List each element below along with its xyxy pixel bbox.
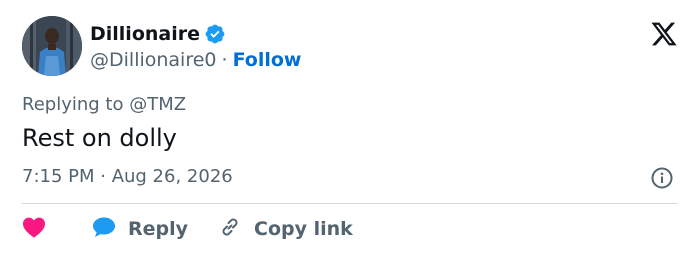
separator-dot: · bbox=[221, 49, 228, 71]
link-icon bbox=[218, 215, 242, 244]
divider bbox=[22, 203, 678, 204]
replying-to: Replying to @TMZ bbox=[22, 94, 186, 115]
tweet-timestamp[interactable]: 7:15 PM · Aug 26, 2026 bbox=[22, 166, 233, 187]
replying-mention[interactable]: @TMZ bbox=[129, 94, 186, 115]
verified-badge-icon bbox=[204, 23, 226, 45]
replying-prefix: Replying to bbox=[22, 94, 124, 115]
tweet-card: Dillionaire @Dillionaire0 · Follow Reply… bbox=[0, 0, 700, 256]
display-name[interactable]: Dillionaire bbox=[90, 23, 200, 45]
speech-bubble-icon bbox=[92, 216, 116, 243]
copy-link-label: Copy link bbox=[254, 218, 353, 240]
avatar-image bbox=[22, 16, 82, 76]
follow-button[interactable]: Follow bbox=[233, 49, 302, 71]
reply-label: Reply bbox=[128, 218, 189, 240]
avatar[interactable] bbox=[22, 16, 82, 76]
tweet-text: Rest on dolly bbox=[22, 124, 177, 152]
info-icon[interactable] bbox=[650, 166, 674, 190]
author-handle-row: @Dillionaire0 · Follow bbox=[90, 48, 301, 72]
author-handle[interactable]: @Dillionaire0 bbox=[90, 49, 217, 71]
author-name-row: Dillionaire bbox=[90, 22, 226, 46]
like-button[interactable] bbox=[22, 216, 48, 243]
copy-link-button[interactable]: Copy link bbox=[218, 215, 353, 244]
action-bar: Reply Copy link bbox=[22, 214, 353, 244]
heart-icon bbox=[22, 216, 46, 243]
x-logo-icon[interactable] bbox=[650, 20, 678, 48]
reply-button[interactable]: Reply bbox=[92, 216, 188, 243]
